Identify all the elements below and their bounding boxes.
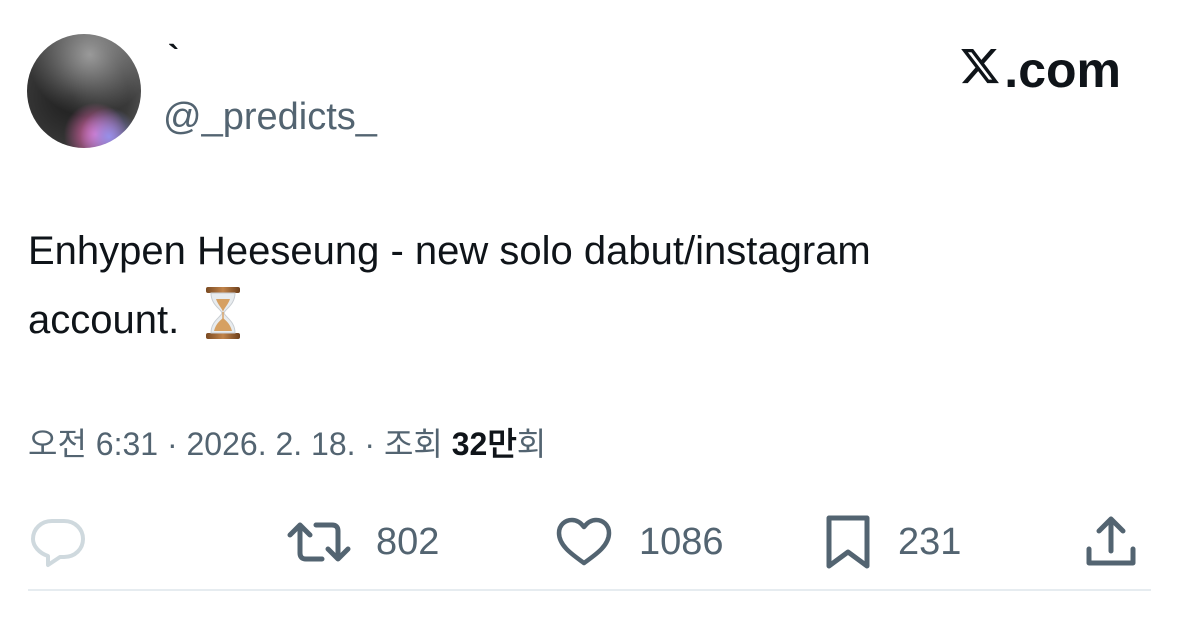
- tweet-meta: 오전 6:31 · 2026. 2. 18. · 조회 32만회: [28, 422, 546, 466]
- retweet-icon: [287, 522, 351, 562]
- action-bar: 802 1086 231: [0, 510, 1179, 574]
- share-icon: [1086, 516, 1136, 566]
- bookmark-count: 231: [898, 520, 962, 563]
- reply-button[interactable]: [28, 510, 88, 574]
- tweet-text-line2: account.: [28, 298, 180, 342]
- tweet-text-line1: Enhypen Heeseung - new solo dabut/instag…: [28, 229, 871, 273]
- share-button[interactable]: [1083, 510, 1139, 574]
- bookmark-icon: [826, 515, 870, 569]
- tweet-date[interactable]: 2026. 2. 18.: [187, 426, 356, 462]
- tweet-time[interactable]: 오전 6:31: [28, 426, 158, 462]
- meta-separator: ·: [166, 426, 187, 462]
- reply-icon: [31, 519, 85, 567]
- tweet-text: Enhypen Heeseung - new solo dabut/instag…: [28, 218, 1108, 354]
- like-button[interactable]: 1086: [553, 510, 724, 574]
- brand-domain: .com: [1004, 42, 1121, 98]
- views-count: 32만: [451, 426, 517, 462]
- hourglass-icon: [206, 287, 241, 339]
- author-handle[interactable]: @_predicts_: [163, 95, 377, 139]
- bookmark-button[interactable]: 231: [822, 510, 961, 574]
- views-suffix: 회: [516, 426, 547, 462]
- divider: [28, 589, 1151, 591]
- heart-icon: [556, 517, 612, 566]
- like-count: 1086: [639, 520, 724, 563]
- meta-separator: ·: [364, 426, 384, 462]
- x-logo-icon: [961, 48, 1000, 84]
- avatar[interactable]: [27, 34, 141, 148]
- retweet-button[interactable]: 802: [286, 510, 439, 574]
- author-display-name[interactable]: `: [168, 38, 179, 78]
- views-label: 조회: [383, 426, 443, 462]
- tweet-text-line2-wrap: account.: [28, 285, 1108, 354]
- retweet-count: 802: [376, 520, 440, 563]
- x-brand: .com: [958, 42, 1121, 98]
